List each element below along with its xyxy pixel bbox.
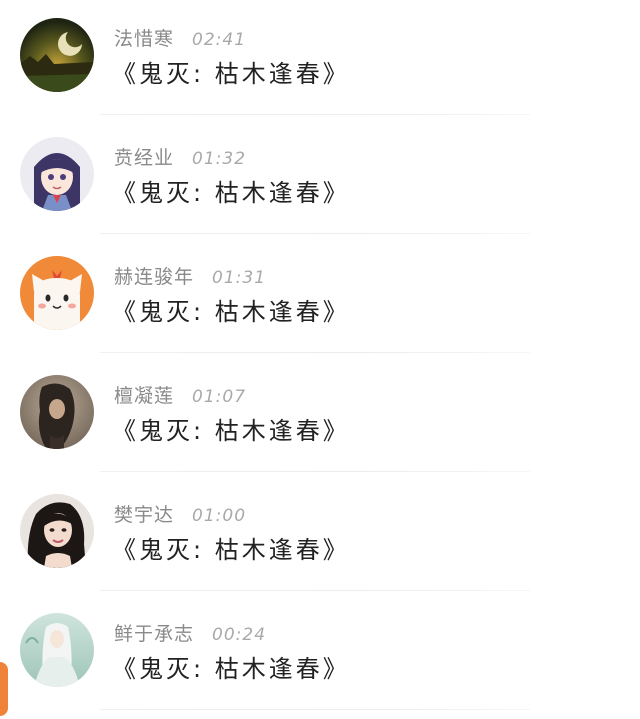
comment-meta: 檀凝莲 01:07 [114,381,246,407]
divider [100,709,530,710]
list-item[interactable]: 鲜于承志 00:24 《鬼灭: 枯木逢春》 [0,595,640,714]
comment-list: 法惜寒 02:41 《鬼灭: 枯木逢春》 贲经业 01:32 《鬼灭: 枯木逢春… [0,0,640,719]
woman-portrait-avatar[interactable] [20,494,94,568]
list-item[interactable]: 赫连骏年 01:31 《鬼灭: 枯木逢春》 [0,238,640,357]
landscape-moon-avatar[interactable] [20,18,94,92]
timestamp: 01:00 [192,506,247,526]
edge-tab[interactable] [0,662,8,716]
cartoon-cat-avatar[interactable] [20,256,94,330]
divider [100,233,530,234]
user-name[interactable]: 贲经业 [114,143,174,170]
list-item[interactable]: 法惜寒 02:41 《鬼灭: 枯木逢春》 [0,0,640,119]
comment-meta: 法惜寒 02:41 [114,24,246,50]
user-name[interactable]: 樊宇达 [114,500,174,527]
comment-meta: 樊宇达 01:00 [114,500,246,526]
timestamp: 01:31 [212,268,267,288]
user-name[interactable]: 鲜于承志 [114,619,194,646]
divider [100,471,530,472]
timestamp: 01:07 [192,387,247,407]
comment-meta: 赫连骏年 01:31 [114,262,266,288]
list-item[interactable]: 樊宇达 01:00 《鬼灭: 枯木逢春》 [0,476,640,595]
comment-text: 《鬼灭: 枯木逢春》 [112,536,350,564]
divider [100,590,530,591]
comment-text: 《鬼灭: 枯木逢春》 [112,179,350,207]
white-haired-figure-avatar[interactable] [20,613,94,687]
comment-meta: 贲经业 01:32 [114,143,246,169]
timestamp: 02:41 [192,30,247,50]
divider [100,352,530,353]
user-name[interactable]: 檀凝莲 [114,381,174,408]
dark-hair-photo-avatar[interactable] [20,375,94,449]
divider [100,114,530,115]
list-item[interactable]: 檀凝莲 01:07 《鬼灭: 枯木逢春》 [0,357,640,476]
comment-text: 《鬼灭: 枯木逢春》 [112,417,350,445]
user-name[interactable]: 赫连骏年 [114,262,194,289]
comment-text: 《鬼灭: 枯木逢春》 [112,298,350,326]
list-item[interactable]: 贲经业 01:32 《鬼灭: 枯木逢春》 [0,119,640,238]
user-name[interactable]: 法惜寒 [114,24,174,51]
comment-text: 《鬼灭: 枯木逢春》 [112,60,350,88]
anime-girl-avatar[interactable] [20,137,94,211]
timestamp: 00:24 [212,625,267,645]
timestamp: 01:32 [192,149,247,169]
comment-meta: 鲜于承志 00:24 [114,619,266,645]
comment-text: 《鬼灭: 枯木逢春》 [112,655,350,683]
